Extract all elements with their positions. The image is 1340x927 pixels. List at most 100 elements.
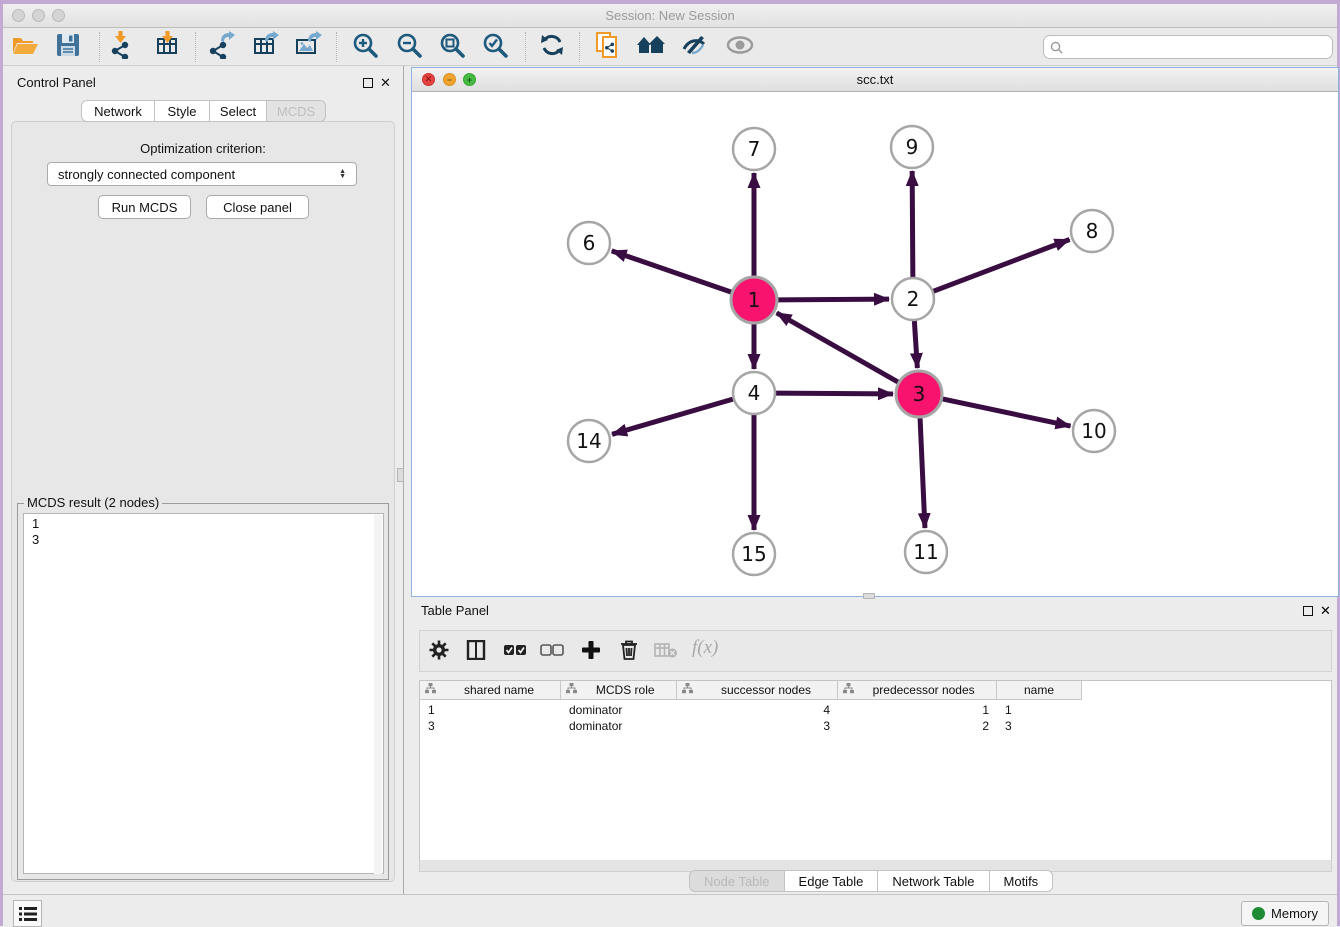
column-header-name[interactable]: name (997, 681, 1082, 700)
table-row[interactable]: 3dominator323 (420, 718, 1082, 734)
clone-network-icon (594, 31, 622, 64)
refresh-button[interactable] (535, 31, 569, 63)
tab-network[interactable]: Network (81, 100, 155, 122)
column-header-MCDS-role[interactable]: MCDS role (561, 681, 677, 700)
tab-node-table[interactable]: Node Table (689, 870, 785, 892)
export-table-button[interactable] (248, 31, 282, 63)
export-network-button[interactable] (204, 31, 238, 63)
graph-node-7[interactable]: 7 (733, 128, 775, 170)
graph-node-4[interactable]: 4 (733, 372, 775, 414)
graph-node-1[interactable]: 1 (731, 277, 777, 323)
column-header-successor-nodes[interactable]: successor nodes (677, 681, 838, 700)
graph-node-11[interactable]: 11 (905, 531, 947, 573)
memory-button[interactable]: Memory (1241, 901, 1329, 926)
tab-style[interactable]: Style (155, 100, 210, 122)
export-image-button[interactable] (291, 31, 325, 63)
table-cell[interactable]: 3 (677, 718, 838, 734)
zoom-selected-button[interactable] (478, 31, 512, 63)
tab-network-table[interactable]: Network Table (878, 870, 989, 892)
search-input[interactable] (1043, 35, 1333, 59)
open-folder-button[interactable] (8, 31, 42, 63)
tab-edge-table[interactable]: Edge Table (785, 870, 879, 892)
zoom-in-button[interactable] (348, 31, 382, 63)
edge-3-11[interactable] (920, 418, 925, 528)
column-label: successor nodes (717, 683, 815, 697)
table-cell[interactable]: 3 (997, 718, 1082, 734)
graph-node-14[interactable]: 14 (568, 420, 610, 462)
tab-mcds[interactable]: MCDS (267, 100, 326, 122)
graph-node-8[interactable]: 8 (1071, 210, 1113, 252)
graph-node-9[interactable]: 9 (891, 126, 933, 168)
edge-1-6[interactable] (612, 251, 732, 292)
hide-selected-button[interactable] (677, 31, 711, 63)
edge-1-2[interactable] (778, 299, 889, 300)
node-label-14: 14 (576, 429, 601, 453)
mcds-result-textarea[interactable]: 13 (23, 513, 384, 874)
close-panel-button[interactable]: Close panel (206, 195, 309, 219)
save-icon (55, 32, 81, 63)
import-table-button[interactable] (151, 31, 185, 63)
network-canvas[interactable]: 7 9 6 8 1 2 4 3 14 10 15 11 (412, 92, 1338, 596)
edge-2-3[interactable] (914, 321, 917, 368)
status-bar: Memory (3, 894, 1337, 927)
table-cell[interactable]: 1 (838, 702, 997, 718)
task-history-button[interactable] (13, 900, 42, 927)
delete-button[interactable] (613, 636, 645, 668)
table-cell[interactable]: 2 (838, 718, 997, 734)
graph-node-3[interactable]: 3 (896, 371, 942, 417)
search-icon (1050, 41, 1063, 54)
table-toolbar: f(x) (419, 630, 1332, 672)
gear-button[interactable] (423, 636, 455, 668)
column-header-predecessor-nodes[interactable]: predecessor nodes (838, 681, 997, 700)
home-button[interactable] (634, 31, 668, 63)
graph-node-6[interactable]: 6 (568, 222, 610, 264)
attribute-tree-icon (682, 683, 693, 697)
select-all-button[interactable] (499, 636, 531, 668)
import-network-button[interactable] (104, 31, 138, 63)
table-panel-close-icon[interactable]: ✕ (1320, 603, 1331, 619)
vertical-splitter-handle[interactable] (397, 468, 404, 482)
column-header-shared-name[interactable]: shared name (420, 681, 561, 700)
graph-node-10[interactable]: 10 (1073, 410, 1115, 452)
run-mcds-button[interactable]: Run MCDS (98, 195, 191, 219)
table-cell[interactable]: 1 (997, 702, 1082, 718)
network-window-titlebar[interactable]: ✕ − + scc.txt (412, 68, 1338, 92)
columns-button[interactable] (460, 636, 492, 668)
edge-3-1[interactable] (777, 313, 899, 382)
control-panel-close-icon[interactable]: ✕ (380, 75, 391, 91)
edge-4-3[interactable] (776, 393, 893, 394)
edge-2-9[interactable] (912, 171, 913, 277)
zoom-out-button[interactable] (392, 31, 426, 63)
function-builder-button[interactable]: f(x) (692, 637, 718, 659)
zoom-fit-button[interactable] (435, 31, 469, 63)
clone-network-button[interactable] (591, 31, 625, 63)
control-panel-float-icon[interactable] (363, 78, 373, 88)
table-cell[interactable]: 1 (420, 702, 561, 718)
horizontal-splitter-handle[interactable] (863, 593, 875, 599)
table-row[interactable]: 1dominator411 (420, 702, 1082, 718)
table-cell[interactable]: dominator (561, 718, 677, 734)
save-button[interactable] (51, 31, 85, 63)
edge-4-14[interactable] (612, 399, 733, 434)
tab-motifs[interactable]: Motifs (990, 870, 1054, 892)
delete-table-button[interactable] (650, 636, 682, 668)
edge-2-8[interactable] (934, 240, 1070, 292)
control-panel-title: Control Panel (17, 75, 96, 90)
deselect-all-button[interactable] (536, 636, 568, 668)
toolbar-separator (99, 32, 100, 62)
add-button[interactable] (575, 636, 607, 668)
graph-node-2[interactable]: 2 (892, 278, 934, 320)
mcds-result-scrollbar[interactable] (374, 515, 382, 874)
tab-select[interactable]: Select (210, 100, 267, 122)
graph-node-15[interactable]: 15 (733, 533, 775, 575)
column-label: MCDS role (592, 683, 659, 697)
optimization-criterion-select[interactable]: strongly connected component ▲▼ (47, 162, 357, 186)
table-cell[interactable]: 3 (420, 718, 561, 734)
table-panel-float-icon[interactable] (1303, 606, 1313, 616)
attribute-tree-icon (843, 683, 854, 697)
show-selected-button[interactable] (723, 31, 757, 63)
table-cell[interactable]: 4 (677, 702, 838, 718)
column-label: predecessor nodes (869, 683, 979, 697)
edge-3-10[interactable] (942, 399, 1070, 426)
table-cell[interactable]: dominator (561, 702, 677, 718)
